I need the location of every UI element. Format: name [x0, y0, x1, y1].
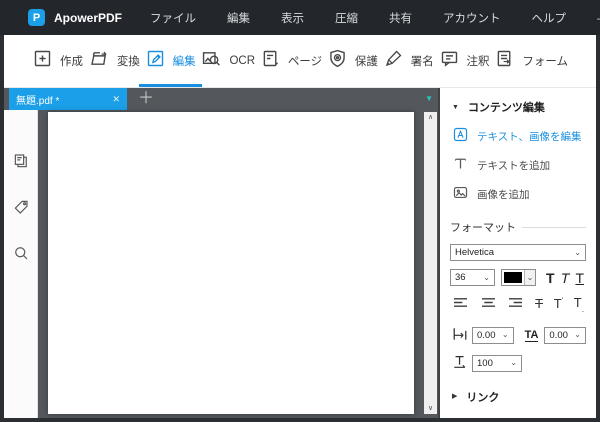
content-edit-header[interactable]: ▼ コンテンツ編集 [452, 99, 586, 115]
menu-compress[interactable]: 圧縮 [335, 10, 358, 26]
add-image-icon [452, 184, 469, 204]
font-color-picker[interactable]: ⌄ [501, 269, 536, 286]
sign-icon [383, 48, 404, 74]
content-edit-title: コンテンツ編集 [468, 99, 545, 115]
menu-view[interactable]: 表示 [281, 10, 304, 26]
collapse-triangle-icon: ▶ [452, 393, 457, 400]
ribbon-toolbar: 作成 変換 編集 OCR ページ 保護 [4, 35, 596, 88]
ribbon-edit-button[interactable]: 編集 [145, 35, 196, 87]
document-canvas[interactable]: ∧ ∨ [38, 110, 438, 418]
page-icon [260, 48, 281, 74]
scroll-up-icon[interactable]: ∧ [428, 114, 433, 121]
chevron-down-icon: ⌄ [574, 331, 581, 339]
ribbon-sign-button[interactable]: 署名 [383, 35, 434, 87]
title-bar: P ApowerPDF ファイル 編集 表示 圧縮 共有 アカウント ヘルプ —… [0, 0, 600, 35]
ribbon-ocr-button[interactable]: OCR [200, 35, 255, 87]
menu-help[interactable]: ヘルプ [532, 10, 567, 26]
superscript-button[interactable]: Tʹ [554, 296, 563, 311]
strikethrough-button[interactable]: T [535, 296, 543, 311]
bold-button[interactable]: T [546, 270, 555, 286]
horizontal-scale-icon: TA [525, 329, 539, 342]
form-icon [494, 48, 515, 74]
format-section-title: フォーマット [450, 219, 586, 235]
vertical-scrollbar[interactable]: ∧ ∨ [424, 112, 437, 414]
link-section-title: リンク [466, 389, 499, 405]
edit-text-image-item[interactable]: テキスト、画像を編集 [452, 126, 586, 146]
add-text-item[interactable]: テキストを追加 [452, 155, 586, 175]
edit-icon [145, 48, 166, 74]
collapse-triangle-icon: ▼ [452, 104, 459, 111]
chevron-down-icon: ⌄ [527, 274, 534, 282]
char-spacing-dropdown[interactable]: 0.00 ⌄ [472, 327, 514, 344]
horizontal-scale-dropdown[interactable]: 0.00 ⌄ [544, 327, 586, 344]
italic-button[interactable]: T [561, 270, 570, 286]
chevron-down-icon: ⌄ [510, 359, 517, 367]
ribbon-protect-button[interactable]: 保護 [327, 35, 378, 87]
create-icon [32, 48, 53, 74]
font-size-dropdown[interactable]: 36 ⌄ [450, 269, 495, 286]
align-center-button[interactable] [480, 296, 497, 312]
new-tab-button[interactable]: ＋ [138, 91, 154, 107]
chevron-down-icon: ⌄ [502, 331, 509, 339]
align-left-button[interactable] [452, 296, 469, 312]
apowerpdf-window: P ApowerPDF ファイル 編集 表示 圧縮 共有 アカウント ヘルプ —… [0, 0, 600, 422]
ribbon-annotate-button[interactable]: 注釈 [439, 35, 490, 87]
tab-list-dropdown-icon[interactable]: ▼ [425, 95, 433, 103]
underline-button[interactable]: T [575, 270, 584, 286]
convert-icon [88, 48, 110, 74]
tab-close-icon[interactable]: ✕ [112, 94, 120, 105]
menu-share[interactable]: 共有 [389, 10, 412, 26]
link-section-header[interactable]: ▶ リンク [450, 389, 586, 405]
char-spacing-icon [452, 326, 468, 345]
ribbon-convert-button[interactable]: 変換 [88, 35, 140, 87]
left-tool-rail [4, 110, 38, 418]
main-area: 無題.pdf * ✕ ＋ ▼ [4, 88, 596, 418]
page-thumbnails-icon[interactable] [12, 152, 30, 175]
tab-title: 無題.pdf * [16, 92, 59, 107]
protect-icon [327, 48, 348, 74]
subscript-button[interactable]: Tˏ [574, 295, 584, 313]
add-text-icon [452, 155, 469, 175]
line-spacing-dropdown[interactable]: 100 ⌄ [472, 355, 522, 372]
tag-icon[interactable] [12, 198, 30, 221]
app-logo-icon: P [28, 9, 45, 26]
menu-account[interactable]: アカウント [443, 10, 501, 26]
document-tab-bar: 無題.pdf * ✕ ＋ ▼ [4, 88, 438, 110]
edit-text-image-icon [452, 126, 469, 146]
color-swatch [504, 272, 522, 283]
menu-file[interactable]: ファイル [150, 10, 196, 26]
pdf-page[interactable] [48, 112, 414, 414]
ribbon-page-button[interactable]: ページ [260, 35, 322, 87]
document-tab[interactable]: 無題.pdf * ✕ [9, 88, 127, 110]
scroll-down-icon[interactable]: ∨ [428, 405, 433, 412]
ocr-icon [200, 48, 222, 74]
app-title: ApowerPDF [54, 11, 122, 25]
menu-edit[interactable]: 編集 [227, 10, 250, 26]
align-right-button[interactable] [507, 296, 524, 312]
line-spacing-icon [452, 354, 468, 373]
annotate-icon [439, 48, 460, 74]
chevron-down-icon: ⌄ [483, 274, 490, 282]
ribbon-form-button[interactable]: フォーム [494, 35, 568, 87]
add-image-item[interactable]: 画像を追加 [452, 184, 586, 204]
content-edit-panel: ▼ コンテンツ編集 テキスト、画像を編集 テキストを追加 画像を追加 フォーマッ… [438, 88, 596, 418]
chevron-down-icon: ⌄ [574, 249, 581, 257]
search-icon[interactable] [12, 244, 30, 267]
ribbon-create-button[interactable]: 作成 [32, 35, 83, 87]
font-family-dropdown[interactable]: Helvetica ⌄ [450, 244, 586, 261]
